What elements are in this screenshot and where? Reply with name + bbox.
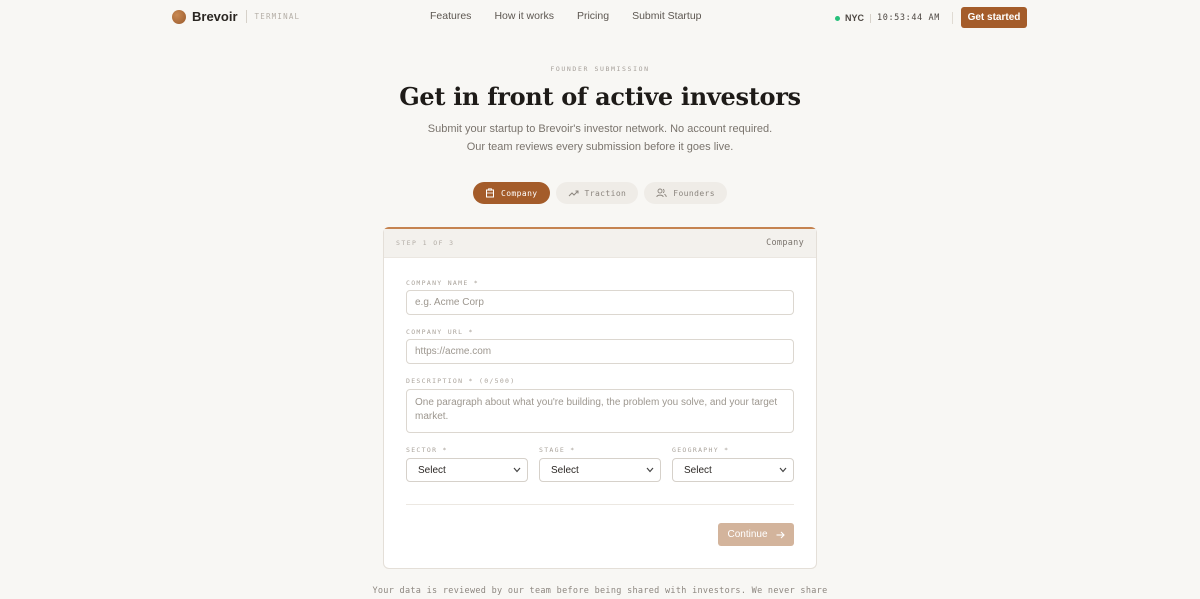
building-icon <box>486 188 494 198</box>
tab-company[interactable]: Company <box>473 182 550 204</box>
clock-divider-right <box>951 12 953 24</box>
brand-name: Brevoir <box>192 9 238 24</box>
brand-tag: TERMINAL <box>254 12 301 21</box>
geography-select[interactable]: Select <box>672 458 794 482</box>
tab-traction[interactable]: Traction <box>555 182 639 204</box>
company-url-label: COMPANY URL * <box>406 328 474 336</box>
trend-icon <box>568 190 579 196</box>
page-title: Get in front of active investors <box>399 82 801 111</box>
brand-mark-icon <box>172 9 186 24</box>
tab-founders[interactable]: Founders <box>644 182 727 204</box>
geography-select-value: Select <box>684 464 712 476</box>
tab-company-label: Company <box>501 188 538 198</box>
tab-traction-label: Traction <box>584 188 627 198</box>
step-indicator: STEP 1 OF 3 <box>396 239 455 247</box>
top-nav-bar: Brevoir TERMINAL Features How it works P… <box>0 0 1200 34</box>
chevron-down-icon <box>646 467 654 473</box>
page-subtitle: Submit your startup to Brevoir's investo… <box>427 123 773 153</box>
description-label: DESCRIPTION * (0/500) <box>406 377 516 385</box>
stage-select-value: Select <box>551 464 579 476</box>
sector-select-value: Select <box>418 464 446 476</box>
tab-founders-label: Founders <box>673 188 715 198</box>
form-step-header: STEP 1 OF 3 Company <box>384 229 816 258</box>
company-url-input[interactable] <box>406 339 794 364</box>
sector-label: SECTOR * <box>406 446 448 454</box>
arrow-right-icon <box>776 531 785 538</box>
brand-logo[interactable]: Brevoir TERMINAL <box>172 9 300 24</box>
company-name-input[interactable] <box>406 290 794 315</box>
live-status-icon <box>835 15 840 21</box>
privacy-note: Your data is reviewed by our team before… <box>372 586 828 596</box>
users-icon <box>656 188 667 198</box>
chevron-down-icon <box>513 467 521 473</box>
nav-link-how-it-works[interactable]: How it works <box>494 10 554 22</box>
description-textarea[interactable] <box>406 389 794 433</box>
brand-divider <box>245 10 247 23</box>
chevron-down-icon <box>779 467 787 473</box>
main-nav: Features How it works Pricing Submit Sta… <box>430 10 725 22</box>
form-divider <box>406 504 794 505</box>
company-name-label: COMPANY NAME * <box>406 279 479 287</box>
continue-button-label: Continue <box>727 529 768 540</box>
continue-button[interactable]: Continue <box>718 523 794 546</box>
clock-time: 10:53:44 AM <box>877 13 940 23</box>
clock-divider <box>870 13 872 23</box>
clock-city: NYC <box>845 13 865 23</box>
step-name: Company <box>766 238 804 248</box>
stage-select[interactable]: Select <box>539 458 661 482</box>
sector-select[interactable]: Select <box>406 458 528 482</box>
nav-link-pricing[interactable]: Pricing <box>577 10 609 22</box>
submission-form-card: STEP 1 OF 3 Company COMPANY NAME * COMPA… <box>383 227 817 569</box>
stage-label: STAGE * <box>539 446 576 454</box>
hero-eyebrow: FOUNDER SUBMISSION <box>550 65 650 73</box>
nav-link-submit-startup[interactable]: Submit Startup <box>632 10 701 22</box>
market-clock: NYC 10:53:44 AM <box>835 12 953 24</box>
geography-label: GEOGRAPHY * <box>672 446 730 454</box>
nav-link-features[interactable]: Features <box>430 10 471 22</box>
get-started-button[interactable]: Get started <box>961 7 1027 28</box>
form-step-tabs: Company Traction Founders <box>0 182 1200 204</box>
